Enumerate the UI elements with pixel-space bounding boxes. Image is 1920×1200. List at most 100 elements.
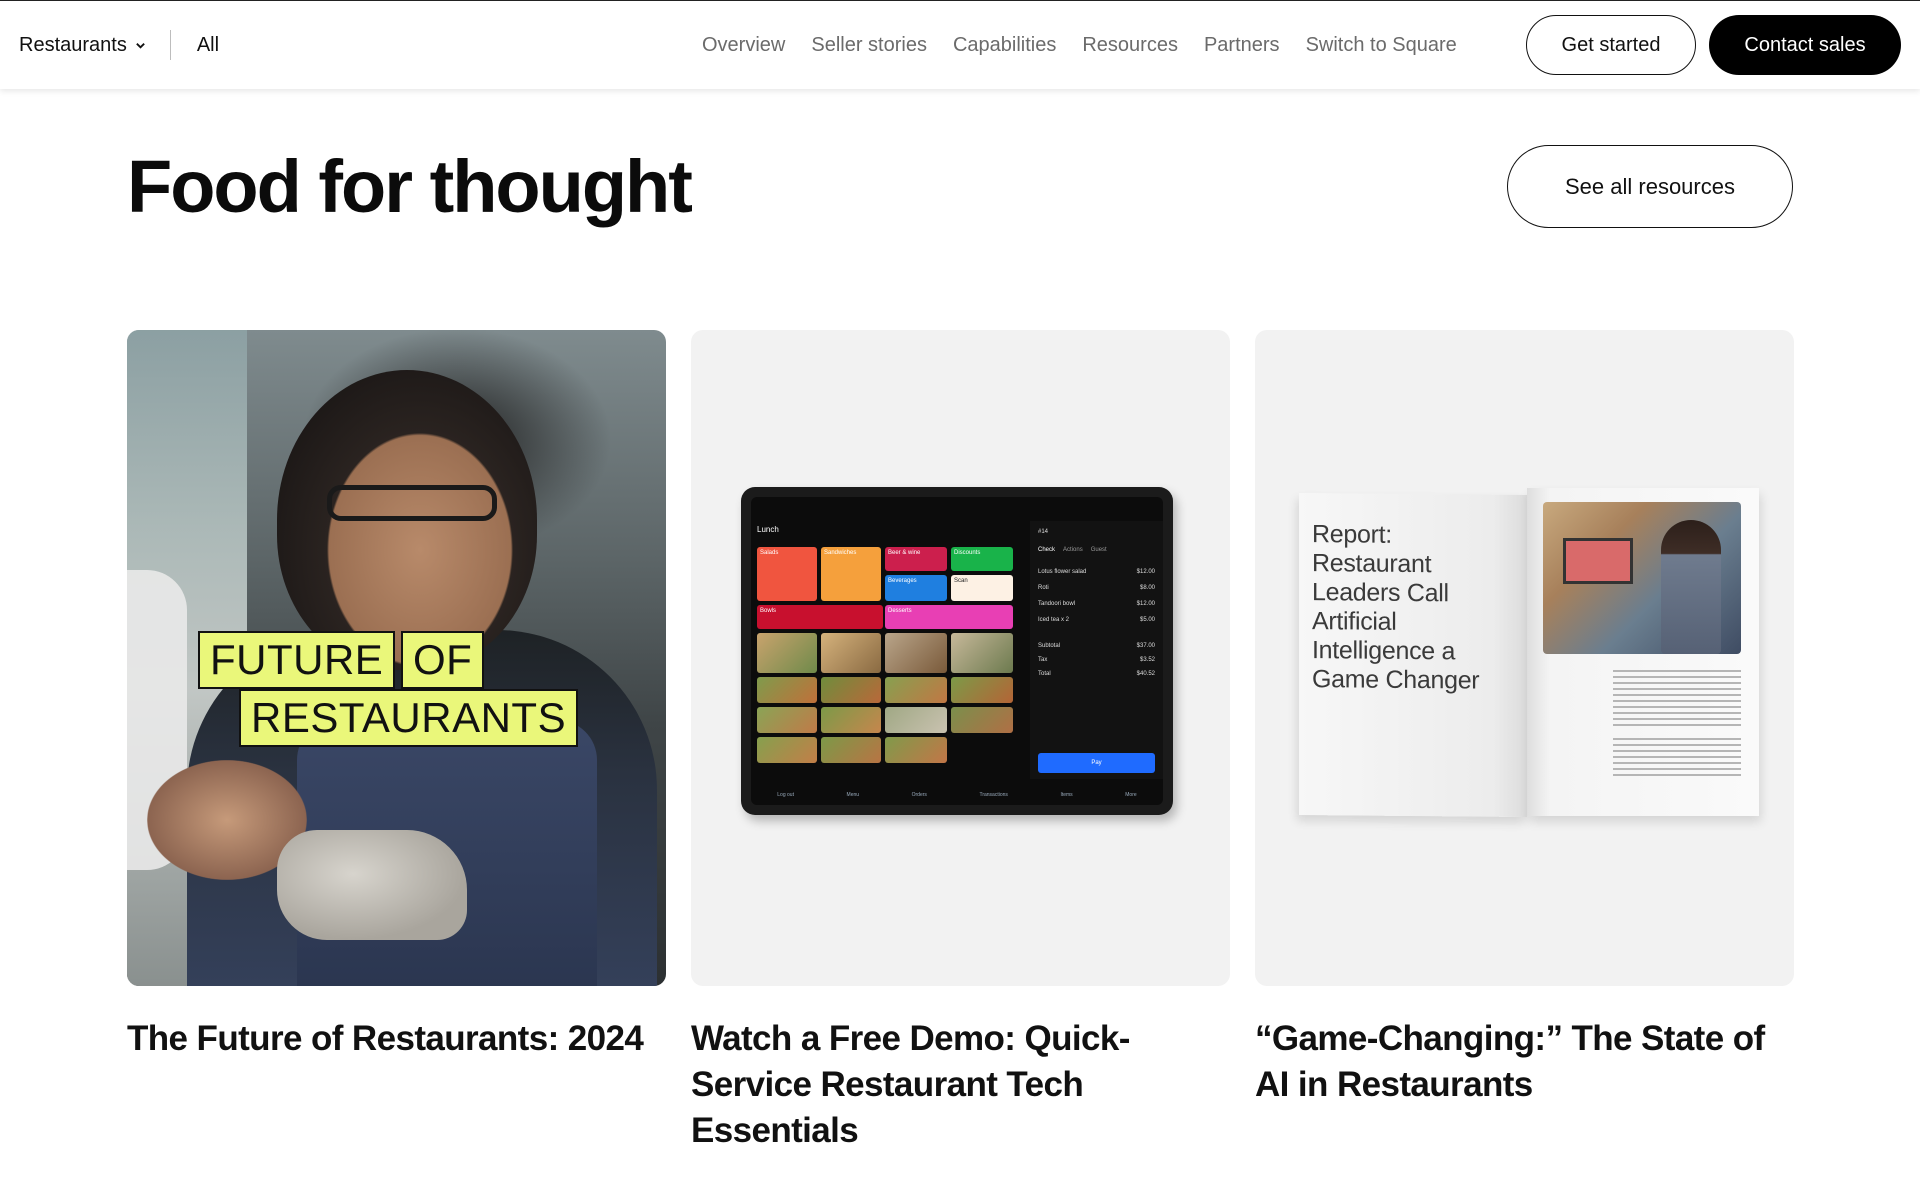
- card-title[interactable]: The Future of Restaurants: 2024: [127, 1016, 666, 1062]
- pos-tab-guest: Guest: [1090, 547, 1107, 553]
- nav-divider: [169, 30, 171, 60]
- report-text-line: [1613, 762, 1741, 764]
- report-text-line: [1613, 682, 1741, 684]
- pos-food-tile: [757, 707, 817, 733]
- card-image-chef-photo: FUTURE OF RESTAURANTS: [127, 330, 666, 986]
- pos-food-tile: [885, 737, 947, 763]
- resource-card-future-of-restaurants[interactable]: FUTURE OF RESTAURANTS The Future of Rest…: [127, 330, 666, 1062]
- card-title[interactable]: Watch a Free Demo: Quick-Service Restaur…: [691, 1016, 1230, 1154]
- pos-food-tile: [951, 633, 1013, 673]
- pos-food-tile: [885, 677, 947, 703]
- nav-all-link[interactable]: All: [197, 34, 219, 57]
- report-photo-screen: [1563, 538, 1633, 584]
- pos-food-tile: [757, 737, 817, 763]
- pos-total-value: $40.52: [1136, 671, 1155, 677]
- card-title[interactable]: “Game-Changing:” The State of AI in Rest…: [1255, 1016, 1794, 1108]
- report-text-line: [1613, 700, 1741, 702]
- pos-pay-button: Pay: [1038, 753, 1155, 773]
- pos-line-name: Lotus flower salad: [1038, 569, 1087, 575]
- nav-links: Overview Seller stories Capabilities Res…: [702, 1, 1457, 89]
- card-image-pos-tablet: Lunch Salads Sandwiches Beer & wine Disc…: [691, 330, 1230, 986]
- photo-towel: [277, 830, 467, 940]
- pos-bottom-menu: Menu: [846, 792, 860, 798]
- see-all-resources-button[interactable]: See all resources: [1507, 145, 1793, 228]
- image-tag-future: FUTURE: [198, 631, 396, 689]
- chevron-down-icon: [136, 42, 145, 49]
- nav-link-capabilities[interactable]: Capabilities: [953, 34, 1056, 57]
- pos-tile-scan: Scan: [951, 575, 1013, 601]
- pos-tab-actions: Actions: [1063, 547, 1083, 553]
- nav-link-partners[interactable]: Partners: [1204, 34, 1280, 57]
- pos-line-item: Tandoori bowl $12.00: [1038, 601, 1155, 607]
- pos-tile-desserts: Desserts: [885, 605, 1013, 629]
- pos-bottom-more: More: [1125, 792, 1137, 798]
- report-text-line: [1613, 670, 1741, 672]
- report-title: Report: Restaurant Leaders Call Artifici…: [1312, 520, 1480, 695]
- pos-subtotal-value: $37.00: [1136, 643, 1155, 649]
- pos-food-tile: [757, 677, 817, 703]
- get-started-button[interactable]: Get started: [1526, 15, 1696, 75]
- report-text-line: [1613, 774, 1741, 776]
- pos-tile-discounts: Discounts: [951, 547, 1013, 571]
- report-text-line: [1613, 694, 1741, 696]
- nav-link-resources[interactable]: Resources: [1082, 34, 1178, 57]
- nav-link-seller-stories[interactable]: Seller stories: [811, 34, 927, 57]
- report-left-page: Report: Restaurant Leaders Call Artifici…: [1299, 493, 1527, 817]
- pos-order-number: #14: [1038, 529, 1049, 535]
- contact-sales-button[interactable]: Contact sales: [1709, 15, 1901, 75]
- pos-bottom-items: Items: [1060, 792, 1073, 798]
- pos-order-tabs: Check Actions Guest: [1038, 547, 1155, 553]
- image-tag-restaurants: RESTAURANTS: [239, 689, 579, 747]
- report-text-line: [1613, 744, 1741, 746]
- report-right-page: [1527, 488, 1759, 816]
- pos-line-price: $12.00: [1136, 569, 1155, 575]
- card-image-report: Report: Restaurant Leaders Call Artifici…: [1255, 330, 1794, 986]
- pos-tablet: Lunch Salads Sandwiches Beer & wine Disc…: [741, 487, 1173, 815]
- report-booklet: Report: Restaurant Leaders Call Artifici…: [1299, 488, 1759, 818]
- pos-tile-bowls: Bowls: [757, 605, 883, 629]
- pos-food-tile: [821, 737, 881, 763]
- segment-dropdown-label: Restaurants: [19, 33, 127, 56]
- pos-menu-name: Lunch: [757, 525, 779, 534]
- nav-link-switch-to-square[interactable]: Switch to Square: [1306, 34, 1457, 57]
- pos-tablet-screen: Lunch Salads Sandwiches Beer & wine Disc…: [751, 497, 1163, 805]
- top-navigation: Restaurants All Overview Seller stories …: [0, 0, 1920, 89]
- resource-card-free-demo[interactable]: Lunch Salads Sandwiches Beer & wine Disc…: [691, 330, 1230, 1154]
- pos-food-tile: [757, 633, 817, 673]
- pos-line-name: Tandoori bowl: [1038, 601, 1076, 607]
- report-text-line: [1613, 724, 1741, 726]
- pos-line-price: $5.00: [1139, 617, 1155, 623]
- pos-tax-row: Tax $3.52: [1038, 657, 1155, 663]
- pos-subtotal-label: Subtotal: [1038, 643, 1061, 649]
- report-text-line: [1613, 738, 1741, 740]
- segment-dropdown[interactable]: Restaurants: [19, 34, 146, 57]
- report-text-line: [1613, 706, 1741, 708]
- pos-bottom-orders: Orders: [911, 792, 927, 798]
- pos-tile-salads: Salads: [757, 547, 817, 601]
- pos-line-item: Lotus flower salad $12.00: [1038, 569, 1155, 575]
- report-text-line: [1613, 750, 1741, 752]
- pos-food-tile: [821, 677, 881, 703]
- report-text-line: [1613, 712, 1741, 714]
- pos-tile-sandwiches: Sandwiches: [821, 547, 881, 601]
- pos-food-tile: [951, 677, 1013, 703]
- report-text-line: [1613, 718, 1741, 720]
- pos-line-name: Roti: [1038, 585, 1049, 591]
- pos-food-tile: [821, 707, 881, 733]
- pos-total-row: Total $40.52: [1038, 671, 1155, 677]
- pos-subtotal-row: Subtotal $37.00: [1038, 643, 1155, 649]
- pos-line-item: Roti $8.00: [1038, 585, 1155, 591]
- pos-food-tile: [821, 633, 881, 673]
- pos-tax-value: $3.52: [1139, 657, 1155, 663]
- pos-food-tile: [885, 707, 947, 733]
- pos-tab-check: Check: [1038, 547, 1056, 553]
- resource-card-state-of-ai[interactable]: Report: Restaurant Leaders Call Artifici…: [1255, 330, 1794, 1108]
- pos-line-item: Iced tea x 2 $5.00: [1038, 617, 1155, 623]
- nav-link-overview[interactable]: Overview: [702, 34, 785, 57]
- report-text-line: [1613, 676, 1741, 678]
- pos-bottom-transactions: Transactions: [979, 792, 1008, 798]
- image-tag-of: OF: [401, 631, 485, 689]
- pos-tax-label: Tax: [1038, 657, 1048, 663]
- report-text-line: [1613, 768, 1741, 770]
- pos-bottom-logout: Log out: [777, 792, 794, 798]
